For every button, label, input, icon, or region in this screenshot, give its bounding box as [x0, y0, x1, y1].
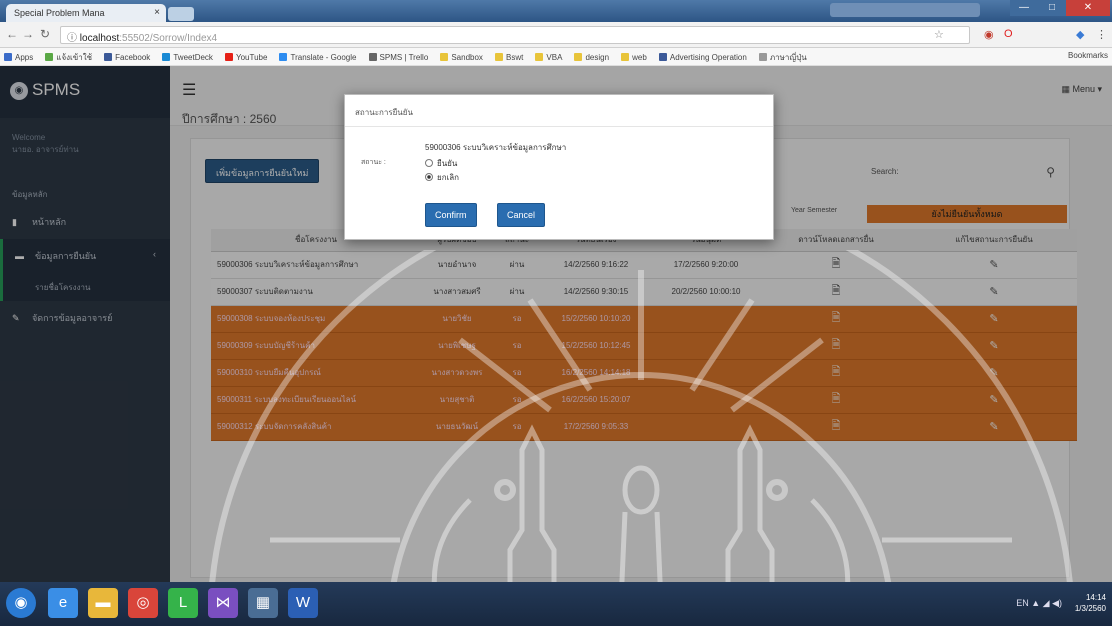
start-orb-icon[interactable]: ◉ — [6, 588, 36, 618]
extension-icon[interactable]: ◉ — [984, 28, 994, 41]
page-info-icon[interactable]: ⓘ — [67, 33, 80, 44]
radio-circle-icon — [425, 159, 433, 167]
modal-title: สถานะการยืนยัน — [345, 95, 773, 127]
bookmark[interactable]: Translate - Google — [275, 50, 361, 62]
screen: Special Problem Mana × — □ ✕ ← → ↻ ⓘ loc… — [0, 0, 1112, 626]
bookmark-folder[interactable]: VBA — [531, 50, 567, 62]
url-path: :55502/Sorrow/Index4 — [119, 33, 218, 44]
clock-time: 14:14 — [1085, 593, 1106, 602]
photos-icon[interactable]: ▦ — [248, 588, 278, 618]
confirm-status-modal: สถานะการยืนยัน 59000306 ระบบวิเคราะห์ข้อ… — [344, 94, 774, 240]
close-window-button[interactable]: ✕ — [1066, 0, 1110, 16]
url-host: localhost — [79, 33, 120, 44]
modal-field-label: สถานะ : — [361, 159, 386, 166]
modal-message: 59000306 ระบบวิเคราะห์ข้อมูลการศึกษา — [425, 143, 567, 152]
word-icon[interactable]: W — [288, 588, 318, 618]
system-tray[interactable]: EN ▲ ◢ ◀) — [1016, 598, 1062, 609]
clock-date: 1/3/2560 — [1074, 604, 1106, 613]
tab-close-icon[interactable]: × — [154, 7, 160, 18]
radio-cancel[interactable]: ยกเลิก — [425, 171, 459, 184]
confirm-button[interactable]: Confirm — [425, 203, 477, 227]
radio-confirm[interactable]: ยืนยัน — [425, 157, 457, 170]
bookmark[interactable]: Apps — [0, 50, 38, 62]
bookmark[interactable]: ภาษาญี่ปุ่น — [755, 48, 812, 64]
profile-area — [830, 3, 980, 17]
other-bookmarks[interactable]: Bookmarks — [1068, 51, 1108, 60]
reload-icon[interactable]: ↻ — [40, 27, 50, 41]
opera-icon[interactable]: O — [1004, 28, 1013, 40]
browser-titlebar: Special Problem Mana × — □ ✕ — [0, 0, 1112, 22]
bookmark-folder[interactable]: Bswt — [491, 50, 528, 62]
chrome-icon[interactable]: ◎ — [128, 588, 158, 618]
bookmarks-bar: Apps แจ้งเข้าใช้ Facebook TweetDeck YouT… — [0, 48, 1112, 66]
star-icon[interactable]: ☆ — [934, 28, 944, 41]
bookmark[interactable]: Advertising Operation — [655, 50, 752, 62]
bookmark[interactable]: SPMS | Trello — [365, 50, 434, 62]
cancel-button[interactable]: Cancel — [497, 203, 546, 227]
bookmark[interactable]: แจ้งเข้าใช้ — [41, 48, 97, 64]
bookmark-folder[interactable]: Sandbox — [436, 50, 488, 62]
tab-title: Special Problem Mana — [14, 8, 105, 18]
maximize-button[interactable]: □ — [1038, 0, 1066, 16]
visual-studio-icon[interactable]: ⋈ — [208, 588, 238, 618]
radio-selected-icon — [425, 173, 433, 181]
browser-tab[interactable]: Special Problem Mana × — [6, 4, 166, 22]
minimize-button[interactable]: — — [1010, 0, 1038, 16]
back-icon[interactable]: ← — [6, 27, 18, 41]
bookmark[interactable]: Facebook — [100, 50, 155, 62]
address-bar[interactable]: ⓘ localhost:55502/Sorrow/Index4 — [60, 26, 970, 44]
ie-icon[interactable]: e — [48, 588, 78, 618]
bookmark-folder[interactable]: web — [617, 50, 652, 62]
folder-icon[interactable]: ▬ — [88, 588, 118, 618]
bookmark-folder[interactable]: design — [570, 50, 614, 62]
clock[interactable]: 14:14 1/3/2560 — [1075, 592, 1106, 614]
extension-icon[interactable]: ◆ — [1076, 28, 1084, 41]
menu-icon[interactable]: ⋮ — [1096, 28, 1107, 41]
bookmark[interactable]: TweetDeck — [158, 50, 218, 62]
browser-toolbar: ← → ↻ ⓘ localhost:55502/Sorrow/Index4 ☆ … — [0, 22, 1112, 48]
bookmark[interactable]: YouTube — [221, 50, 272, 62]
line-icon[interactable]: L — [168, 588, 198, 618]
taskbar: ◉ e ▬ ◎ L ⋈ ▦ W EN ▲ ◢ ◀) 14:14 1/3/2560 — [0, 582, 1112, 626]
forward-icon[interactable]: → — [22, 27, 34, 41]
new-tab-button[interactable] — [168, 7, 194, 21]
